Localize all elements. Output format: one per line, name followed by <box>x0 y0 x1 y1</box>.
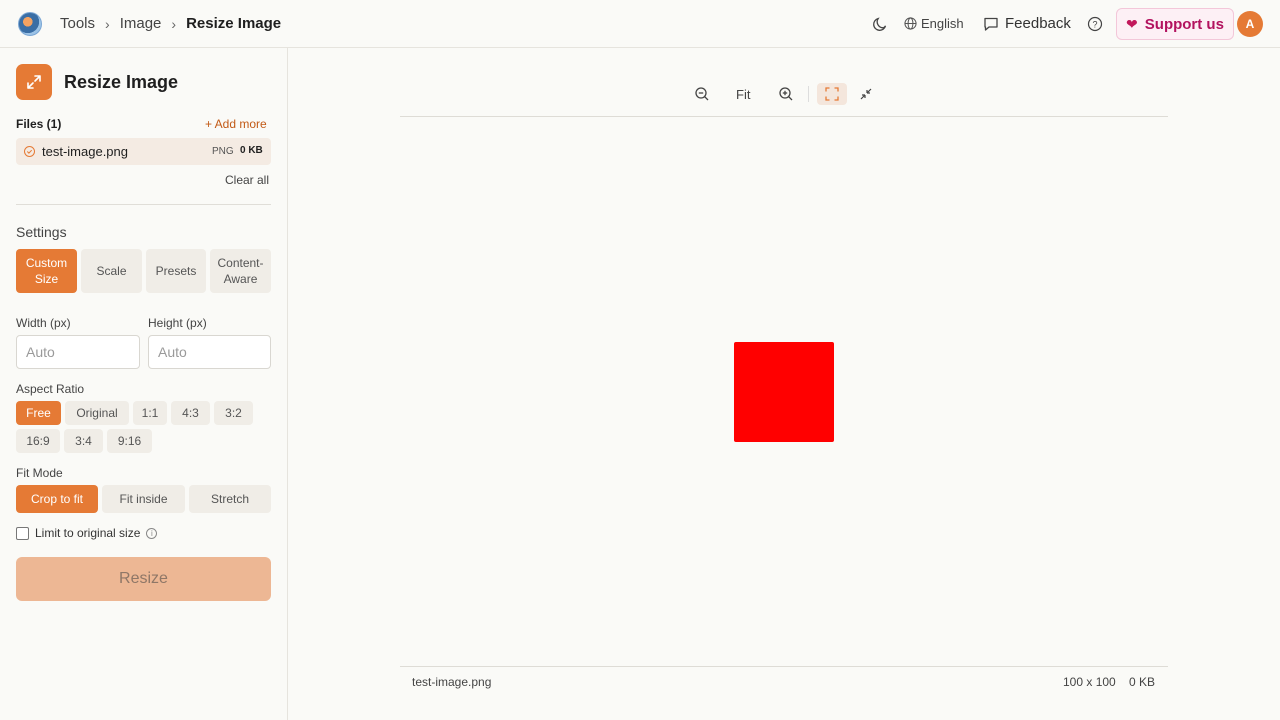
aspect-ratio-label: Aspect Ratio <box>16 382 85 396</box>
language-label: English <box>921 16 964 31</box>
breadcrumb: Tools › Image › Resize Image <box>60 15 281 32</box>
app-logo-icon[interactable] <box>18 12 42 36</box>
check-circle-icon <box>24 146 35 157</box>
limit-original-size[interactable]: Limit to original size i <box>16 526 158 540</box>
fit-crop[interactable]: Crop to fit <box>16 485 98 513</box>
settings-sidebar: Resize Image Files (1) + Add more test-i… <box>0 48 288 720</box>
feedback-label: Feedback <box>1005 15 1071 32</box>
resize-button[interactable]: Resize <box>16 557 271 601</box>
fit-inside[interactable]: Fit inside <box>102 485 185 513</box>
aspect-3-2[interactable]: 3:2 <box>214 401 253 425</box>
clear-all-button[interactable]: Clear all <box>225 173 269 187</box>
fit-button[interactable]: Fit <box>736 87 750 102</box>
support-label: Support us <box>1144 15 1224 33</box>
heart-icon: ❤ <box>1126 15 1138 32</box>
fullscreen-icon[interactable] <box>817 83 847 105</box>
fit-mode-label: Fit Mode <box>16 466 63 480</box>
height-input[interactable] <box>148 335 271 369</box>
breadcrumb-tools[interactable]: Tools <box>60 15 95 32</box>
zoom-in-icon[interactable] <box>777 85 795 103</box>
preview-image <box>734 342 834 442</box>
svg-text:?: ? <box>1092 19 1097 29</box>
width-input[interactable] <box>16 335 140 369</box>
aspect-9-16[interactable]: 9:16 <box>107 429 152 453</box>
top-header: Tools › Image › Resize Image English Fee… <box>0 0 1280 48</box>
add-more-link[interactable]: + Add more <box>205 117 267 131</box>
aspect-4-3[interactable]: 4:3 <box>171 401 210 425</box>
tab-custom-size[interactable]: Custom Size <box>16 249 77 293</box>
globe-icon <box>904 17 917 30</box>
tool-title: Resize Image <box>64 72 179 92</box>
avatar[interactable]: A <box>1237 11 1263 37</box>
preview-bottom-border <box>400 666 1168 667</box>
breadcrumb-image[interactable]: Image <box>120 15 162 32</box>
moon-icon[interactable] <box>872 16 888 32</box>
divider <box>16 204 271 205</box>
breadcrumb-current: Resize Image <box>186 15 282 32</box>
settings-label: Settings <box>16 224 67 240</box>
fit-stretch[interactable]: Stretch <box>189 485 271 513</box>
aspect-3-4[interactable]: 3:4 <box>64 429 103 453</box>
file-type: PNG <box>212 146 234 157</box>
resize-tool-icon <box>16 64 52 100</box>
feedback-button[interactable]: Feedback <box>983 15 1071 32</box>
file-size: 0 KB <box>240 145 263 156</box>
chevron-right-icon: › <box>105 15 110 32</box>
height-label: Height (px) <box>148 316 207 330</box>
status-file-size: 0 KB <box>1129 675 1156 689</box>
collapse-icon[interactable] <box>857 85 875 103</box>
toolbar-divider <box>808 86 809 102</box>
aspect-original[interactable]: Original <box>65 401 129 425</box>
tab-content-aware[interactable]: Content-Aware <box>210 249 271 293</box>
message-icon <box>984 17 998 31</box>
limit-label: Limit to original size <box>35 526 141 540</box>
aspect-free[interactable]: Free <box>16 401 61 425</box>
language-selector[interactable]: English <box>904 16 964 31</box>
aspect-16-9[interactable]: 16:9 <box>16 429 60 453</box>
files-label: Files (1) <box>16 117 62 131</box>
status-file-name: test-image.png <box>412 675 492 689</box>
aspect-1-1[interactable]: 1:1 <box>133 401 167 425</box>
file-item[interactable]: test-image.png PNG 0 KB <box>16 138 271 165</box>
limit-checkbox[interactable] <box>16 526 29 540</box>
support-button[interactable]: ❤ Support us <box>1116 8 1234 40</box>
preview-top-border <box>400 116 1168 117</box>
help-icon[interactable]: ? <box>1087 16 1103 32</box>
status-dimensions: 100 x 100 <box>1063 675 1116 689</box>
width-label: Width (px) <box>16 316 71 330</box>
info-icon[interactable]: i <box>146 527 158 539</box>
tab-scale[interactable]: Scale <box>81 249 142 293</box>
zoom-out-icon[interactable] <box>693 85 711 103</box>
tab-presets[interactable]: Presets <box>146 249 206 293</box>
file-name: test-image.png <box>42 144 128 159</box>
chevron-right-icon: › <box>171 15 177 32</box>
